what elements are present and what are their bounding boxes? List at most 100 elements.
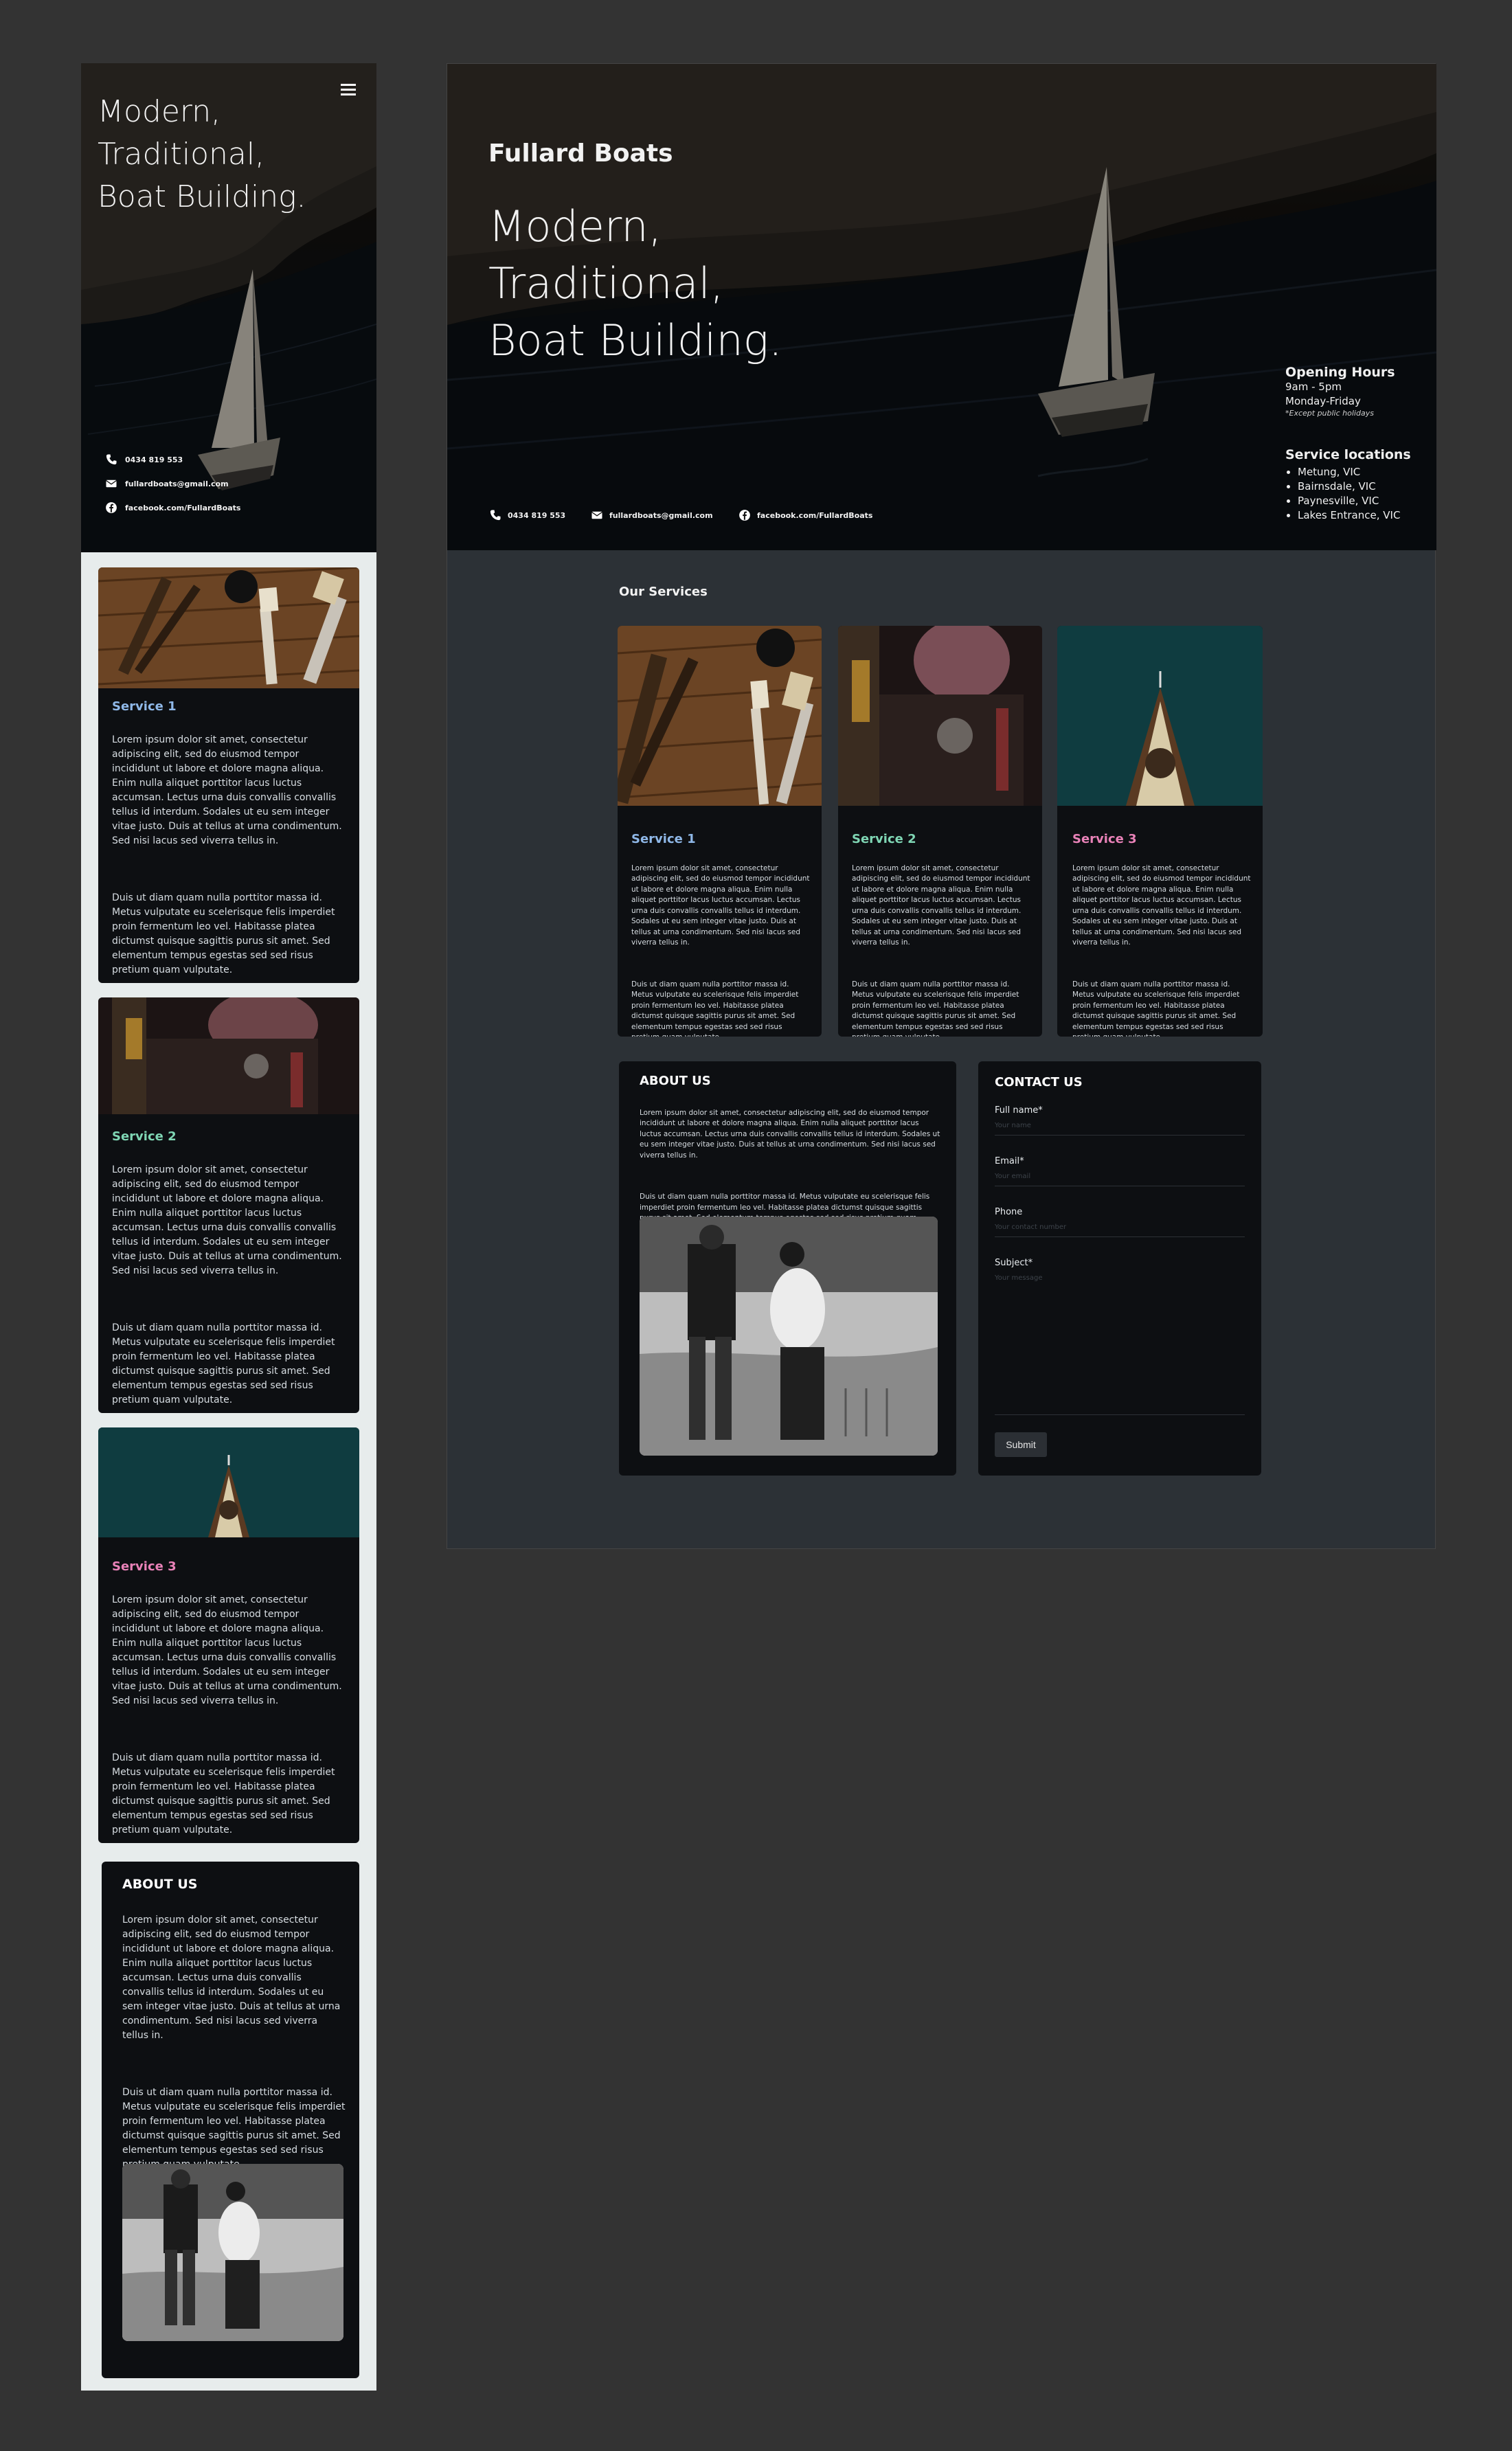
desktop-phone-link[interactable]: 0434 819 553	[488, 509, 565, 521]
email-icon	[106, 479, 117, 488]
service-description: Lorem ipsum dolor sit amet, consectetur …	[112, 719, 346, 983]
email-text: fullardboats@gmail.com	[609, 510, 713, 520]
hamburger-menu-icon[interactable]	[341, 84, 356, 96]
mobile-service-card-1: Service 1 Lorem ipsum dolor sit amet, co…	[98, 567, 359, 983]
location-item: Metung, VIC	[1298, 465, 1411, 479]
service-locations: Service locations Metung, VIC Bairnsdale…	[1285, 447, 1411, 523]
mobile-preview: Modern, Traditional, Boat Building. 0434…	[81, 63, 376, 2391]
service-description: Lorem ipsum dolor sit amet, consectetur …	[1072, 852, 1252, 1037]
hero-title-line: Modern,	[98, 94, 221, 129]
email-label: Email*	[995, 1156, 1024, 1166]
service-description: Lorem ipsum dolor sit amet, consectetur …	[112, 1149, 346, 1413]
opening-hours-heading: Opening Hours	[1285, 365, 1395, 380]
phone-icon	[490, 510, 501, 521]
service-description: Lorem ipsum dolor sit amet, consectetur …	[112, 1579, 346, 1843]
service-description: Lorem ipsum dolor sit amet, consectetur …	[631, 852, 811, 1037]
service-title: Service 2	[112, 1129, 177, 1144]
service-paragraph: Lorem ipsum dolor sit amet, consectetur …	[631, 863, 810, 947]
service-description: Lorem ipsum dolor sit amet, consectetur …	[852, 852, 1032, 1037]
mobile-phone-link[interactable]: 0434 819 553	[104, 453, 183, 466]
full-name-label: Full name*	[995, 1105, 1043, 1116]
hero-title-line: Boat Building.	[98, 179, 306, 214]
service-paragraph: Lorem ipsum dolor sit amet, consectetur …	[112, 1164, 342, 1276]
service-paragraph: Duis ut diam quam nulla porttitor massa …	[631, 980, 799, 1037]
desktop-preview: Fullard Boats Modern, Traditional, Boat …	[447, 63, 1436, 1549]
service-paragraph: Duis ut diam quam nulla porttitor massa …	[112, 892, 335, 975]
full-name-input[interactable]: Your name	[995, 1122, 1245, 1133]
tool-belt-image	[98, 997, 359, 1114]
input-underline	[995, 1236, 1245, 1237]
mobile-hero: Modern, Traditional, Boat Building. 0434…	[81, 63, 376, 552]
service-paragraph: Lorem ipsum dolor sit amet, consectetur …	[112, 1594, 342, 1706]
opening-hours-time: 9am - 5pm	[1285, 381, 1342, 393]
desktop-facebook-link[interactable]: facebook.com/FullardBoats	[738, 509, 872, 521]
phone-text: 0434 819 553	[508, 510, 566, 520]
location-item: Paynesville, VIC	[1298, 494, 1411, 508]
subject-label: Subject*	[995, 1258, 1033, 1268]
service-paragraph: Duis ut diam quam nulla porttitor massa …	[112, 1752, 335, 1836]
service-title: Service 1	[631, 832, 696, 846]
hero-title-line: Boat Building.	[488, 315, 782, 365]
facebook-text: facebook.com/FullardBoats	[125, 503, 241, 512]
opening-hours: Opening Hours 9am - 5pm Monday-Friday *E…	[1285, 365, 1395, 418]
mobile-hero-title: Modern, Traditional, Boat Building.	[98, 91, 306, 218]
opening-hours-note: *Except public holidays	[1285, 409, 1374, 418]
mobile-facebook-link[interactable]: facebook.com/FullardBoats	[104, 501, 240, 514]
about-heading: ABOUT US	[122, 1877, 198, 1892]
about-heading: ABOUT US	[640, 1074, 711, 1088]
boat-bow-image	[98, 1427, 359, 1537]
about-paragraph: Lorem ipsum dolor sit amet, consectetur …	[640, 1108, 940, 1160]
desktop-hero-title: Modern, Traditional, Boat Building.	[488, 198, 782, 369]
family-photo	[122, 2164, 343, 2341]
input-underline	[995, 1135, 1245, 1136]
mobile-about-card: ABOUT US Lorem ipsum dolor sit amet, con…	[102, 1862, 359, 2378]
mobile-email-link[interactable]: fullardboats@gmail.com	[104, 477, 229, 490]
desktop-about-card: ABOUT US Lorem ipsum dolor sit amet, con…	[619, 1061, 956, 1476]
service-locations-list: Metung, VIC Bairnsdale, VIC Paynesville,…	[1285, 465, 1411, 523]
location-item: Lakes Entrance, VIC	[1298, 508, 1411, 523]
service-paragraph: Duis ut diam quam nulla porttitor massa …	[1072, 980, 1240, 1037]
tools-image	[98, 567, 359, 688]
phone-icon	[106, 454, 117, 465]
desktop-email-link[interactable]: fullardboats@gmail.com	[590, 509, 713, 521]
service-title: Service 2	[852, 832, 916, 846]
hero-title-line: Traditional,	[488, 258, 724, 308]
desktop-service-card-1: Service 1 Lorem ipsum dolor sit amet, co…	[618, 626, 822, 1037]
phone-label: Phone	[995, 1207, 1023, 1217]
input-underline	[995, 1414, 1245, 1415]
email-icon	[591, 511, 602, 519]
email-text: fullardboats@gmail.com	[125, 479, 229, 488]
facebook-icon	[739, 510, 750, 521]
service-title: Service 3	[1072, 832, 1137, 846]
desktop-service-card-2: Service 2 Lorem ipsum dolor sit amet, co…	[838, 626, 1042, 1037]
submit-button[interactable]: Submit	[995, 1432, 1047, 1457]
mobile-service-card-2: Service 2 Lorem ipsum dolor sit amet, co…	[98, 997, 359, 1413]
location-item: Bairnsdale, VIC	[1298, 479, 1411, 494]
service-locations-heading: Service locations	[1285, 447, 1411, 462]
mobile-service-card-3: Service 3 Lorem ipsum dolor sit amet, co…	[98, 1427, 359, 1843]
about-paragraph: Duis ut diam quam nulla porttitor massa …	[122, 2087, 346, 2170]
service-paragraph: Lorem ipsum dolor sit amet, consectetur …	[852, 863, 1030, 947]
service-paragraph: Duis ut diam quam nulla porttitor massa …	[112, 1322, 335, 1405]
phone-text: 0434 819 553	[125, 455, 183, 464]
tools-image	[618, 626, 822, 806]
about-description: Lorem ipsum dolor sit amet, consectetur …	[122, 1899, 346, 2187]
facebook-text: facebook.com/FullardBoats	[757, 510, 873, 520]
service-paragraph: Duis ut diam quam nulla porttitor massa …	[852, 980, 1019, 1037]
email-input[interactable]: Your email	[995, 1173, 1245, 1184]
service-title: Service 3	[112, 1559, 177, 1574]
family-photo	[640, 1217, 938, 1456]
message-textarea[interactable]: Your message	[995, 1274, 1245, 1412]
desktop-service-card-3: Service 3 Lorem ipsum dolor sit amet, co…	[1057, 626, 1263, 1037]
contact-heading: CONTACT US	[995, 1075, 1083, 1089]
contact-form-card: CONTACT US Full name* Your name Email* Y…	[978, 1061, 1261, 1476]
service-title: Service 1	[112, 699, 177, 714]
hero-title-line: Modern,	[488, 201, 662, 251]
phone-input[interactable]: Your contact number	[995, 1223, 1245, 1234]
tool-belt-image	[838, 626, 1042, 806]
facebook-icon	[106, 502, 117, 513]
brand-logo-text[interactable]: Fullard Boats	[488, 139, 673, 168]
boat-bow-image	[1057, 626, 1263, 806]
opening-hours-days: Monday-Friday	[1285, 395, 1361, 407]
about-paragraph: Lorem ipsum dolor sit amet, consectetur …	[122, 1915, 341, 2041]
